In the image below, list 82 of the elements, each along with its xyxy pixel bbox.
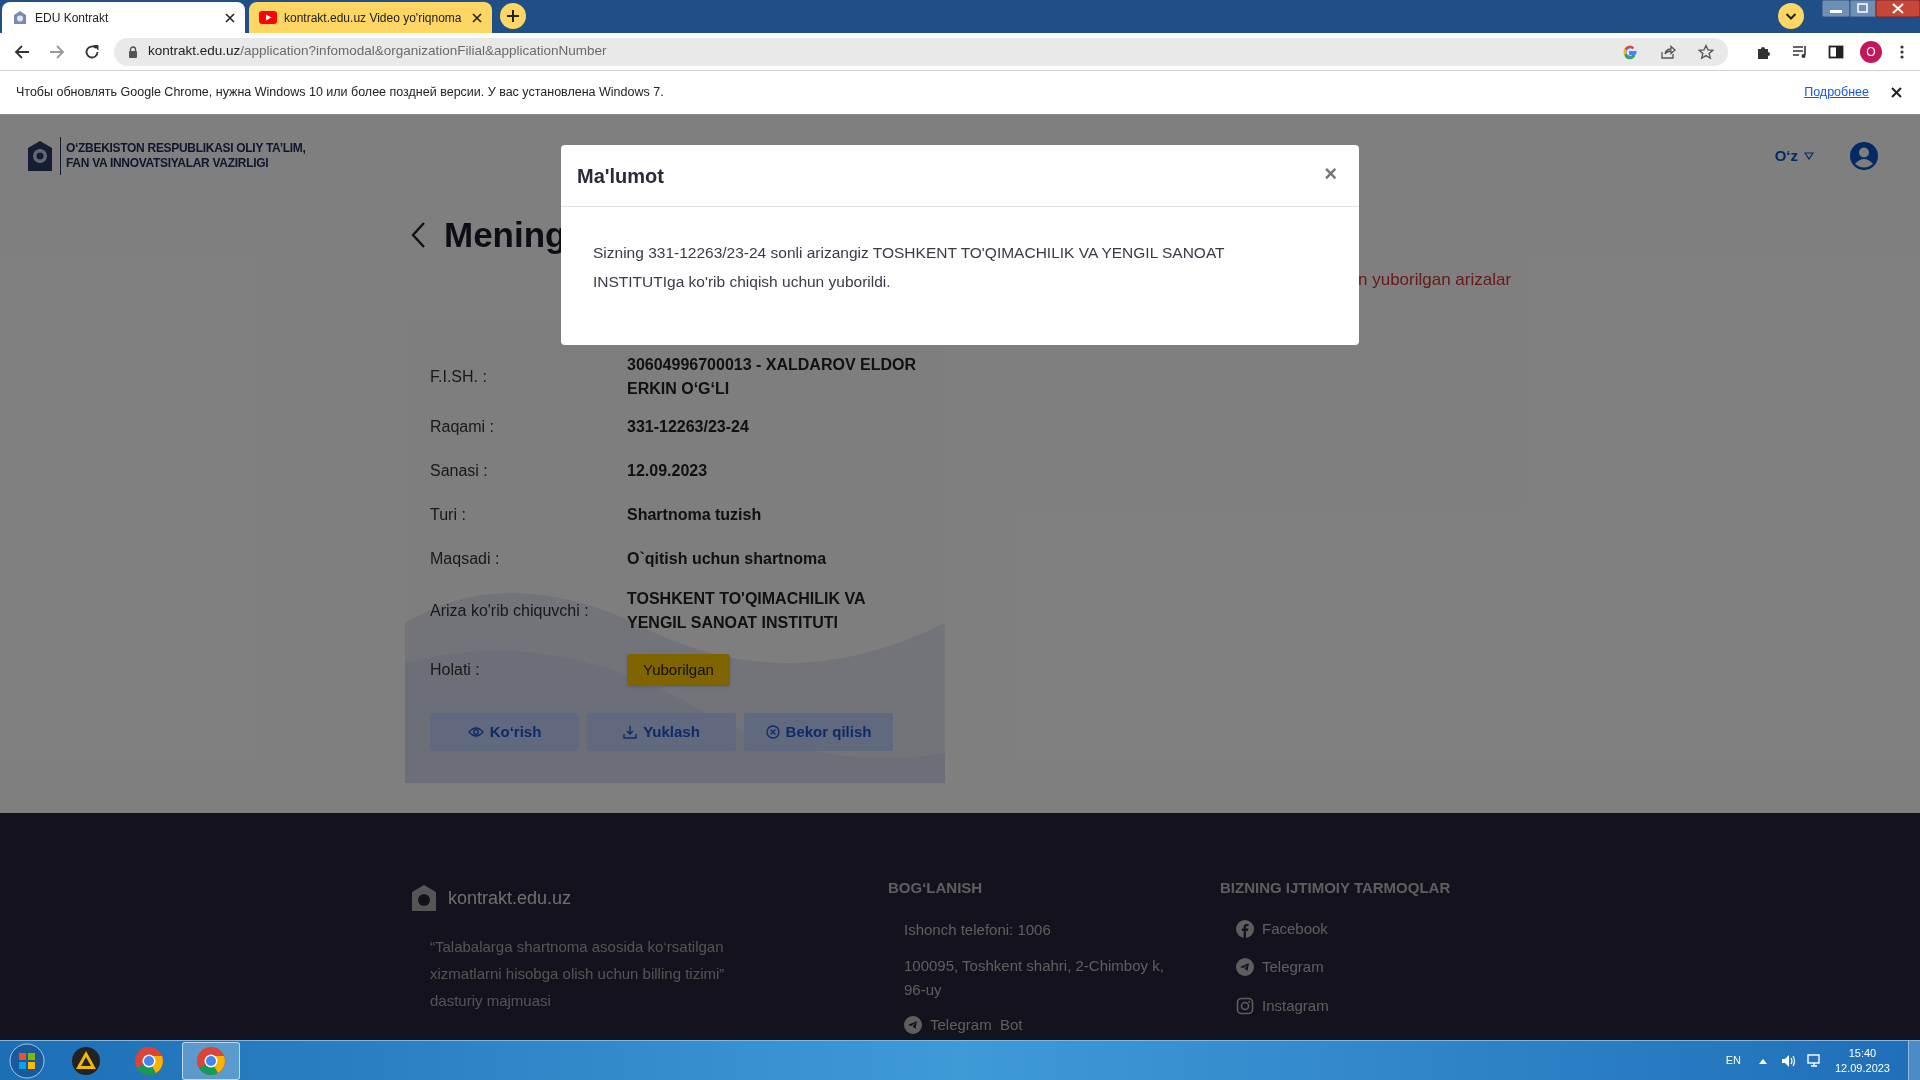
- lock-icon: [128, 45, 138, 58]
- side-panel-icon[interactable]: [1828, 43, 1844, 60]
- reload-icon[interactable]: [84, 43, 100, 60]
- ministry-name: FAN VA INNOVATSIYALAR VAZIRLIGI: [66, 156, 270, 171]
- app-icon[interactable]: [71, 1045, 101, 1076]
- more-link[interactable]: Подробнее: [1804, 83, 1869, 102]
- footer-quote: “Talabalarga shartnoma asosida ko‘rsatilgan xizmatlarni hisobga olish uchun billing tizimi” dasturiy majmuasi: [429, 937, 726, 1011]
- menu-icon[interactable]: [1900, 43, 1904, 60]
- tab-search-icon[interactable]: [1778, 3, 1804, 29]
- social-link[interactable]: Telegram: [1262, 956, 1324, 979]
- window-controls-icon[interactable]: [1822, 0, 1920, 18]
- browser-tab[interactable]: kontrakt.edu.uz Video yo'riqnoma: [249, 2, 492, 33]
- language-selector[interactable]: O‘z: [1774, 144, 1814, 168]
- forward-icon[interactable]: [49, 43, 65, 60]
- field-value: Shartnoma tuzish: [627, 505, 763, 525]
- browser-tab[interactable]: EDU Kontrakt: [2, 2, 245, 33]
- field-label: Turi :: [430, 505, 467, 525]
- chrome-icon: [196, 1045, 226, 1076]
- section-heading: BOG‘LANISH: [888, 878, 984, 898]
- modal-message: Sizning 331-12263/23-24 sonli arizangiz TOSHKENT TO'QIMACHILIK VA YENGIL SANOAT INSTITUTIga ko'rib chiqish uchun yuborildi.: [592, 243, 1226, 292]
- volume-icon[interactable]: [1780, 1053, 1797, 1068]
- media-icon[interactable]: [1792, 43, 1808, 60]
- url-text: kontrakt.edu.uz/application?infomodal&organizationFilial&applicationNumber: [148, 42, 608, 61]
- field-value: 30604996700013 - XALDAROV ELDOR ERKIN O‘G‘LI: [627, 355, 918, 399]
- field-label: F.I.SH. :: [430, 367, 488, 387]
- network-icon[interactable]: [1806, 1053, 1823, 1068]
- facebook-icon: [1236, 919, 1254, 938]
- chrome-icon[interactable]: [134, 1045, 164, 1076]
- eye-icon: [467, 726, 484, 738]
- user-icon[interactable]: [1850, 142, 1878, 170]
- share-icon[interactable]: [1660, 43, 1676, 60]
- social-link[interactable]: Facebook: [1262, 917, 1328, 940]
- field-label: Sanasi :: [430, 461, 489, 481]
- emblem-icon: [25, 138, 55, 174]
- clock[interactable]: 15:40 12.09.2023: [1834, 1045, 1890, 1076]
- profile-avatar[interactable]: O: [1860, 40, 1882, 63]
- cancel-icon: [765, 725, 780, 739]
- caret-icon: [1804, 152, 1814, 160]
- modal-title: Ma'lumot: [577, 163, 665, 189]
- instagram-icon: [1236, 996, 1254, 1015]
- close-icon[interactable]: [225, 12, 235, 23]
- start-button-icon[interactable]: [9, 1042, 45, 1079]
- ministry-name: O‘ZBEKISTON RESPUBLIKASI OLIY TA’LIM,: [66, 141, 306, 156]
- section-heading: BIZNING IJTIMOIY TARMOQLAR: [1220, 878, 1451, 898]
- contact-text: Ishonch telefoni: 1006: [904, 919, 1052, 940]
- emblem-icon: [12, 9, 28, 26]
- close-icon[interactable]: [472, 12, 482, 23]
- close-icon[interactable]: [1891, 87, 1902, 98]
- status-badge: Yuborilgan: [627, 653, 730, 687]
- info-bar-message: Чтобы обновлять Google Chrome, нужна Windows 10 или более поздней версии. У вас установлена Windows 7.: [16, 84, 665, 102]
- field-value: O`qitish uchun shartnoma: [627, 549, 828, 569]
- contact-link[interactable]: Telegram Bot: [930, 1013, 1023, 1036]
- close-button[interactable]: ×: [1324, 162, 1337, 185]
- contact-text: 100095, Toshkent shahri, 2-Chimboy k, 96-uy: [904, 955, 1165, 1000]
- telegram-icon: [904, 1015, 922, 1034]
- action-button[interactable]: Bekor qilish: [744, 713, 893, 751]
- page-title: Mening: [444, 213, 567, 256]
- taskbar-button[interactable]: [182, 1041, 240, 1080]
- tray-arrow-icon[interactable]: [1758, 1057, 1767, 1064]
- download-icon: [623, 725, 638, 739]
- new-tab-icon[interactable]: [500, 3, 526, 29]
- field-label: Maqsadi :: [430, 549, 501, 569]
- google-icon[interactable]: [1622, 43, 1638, 60]
- telegram-icon: [1236, 958, 1254, 977]
- field-label: Raqami :: [430, 417, 496, 437]
- field-label: Holati :: [430, 660, 481, 680]
- back-icon[interactable]: [14, 43, 30, 60]
- tab-link[interactable]: n yuborilgan arizalar: [1358, 267, 1512, 293]
- action-button[interactable]: Yuklash: [587, 713, 736, 751]
- action-button[interactable]: Ko‘rish: [430, 713, 579, 751]
- social-link[interactable]: Instagram: [1262, 994, 1329, 1017]
- tab-title: EDU Kontrakt: [35, 9, 110, 27]
- field-label: Ariza ko'rib chiquvchi :: [430, 601, 590, 621]
- star-icon[interactable]: [1698, 43, 1714, 60]
- language-indicator[interactable]: EN: [1725, 1052, 1741, 1069]
- field-value: TOSHKENT TO'QIMACHILIK VA YENGIL SANOAT INSTITUTI: [627, 589, 866, 633]
- site-name: kontrakt.edu.uz: [448, 886, 572, 910]
- tab-title: kontrakt.edu.uz Video yo'riqnoma: [284, 9, 463, 27]
- address-bar[interactable]: kontrakt.edu.uz/application?infomodal&organizationFilial&applicationNumber: [114, 37, 1728, 66]
- play-icon: [259, 11, 277, 24]
- field-value: 12.09.2023: [627, 461, 709, 481]
- field-value: 331-12263/23-24: [627, 417, 750, 437]
